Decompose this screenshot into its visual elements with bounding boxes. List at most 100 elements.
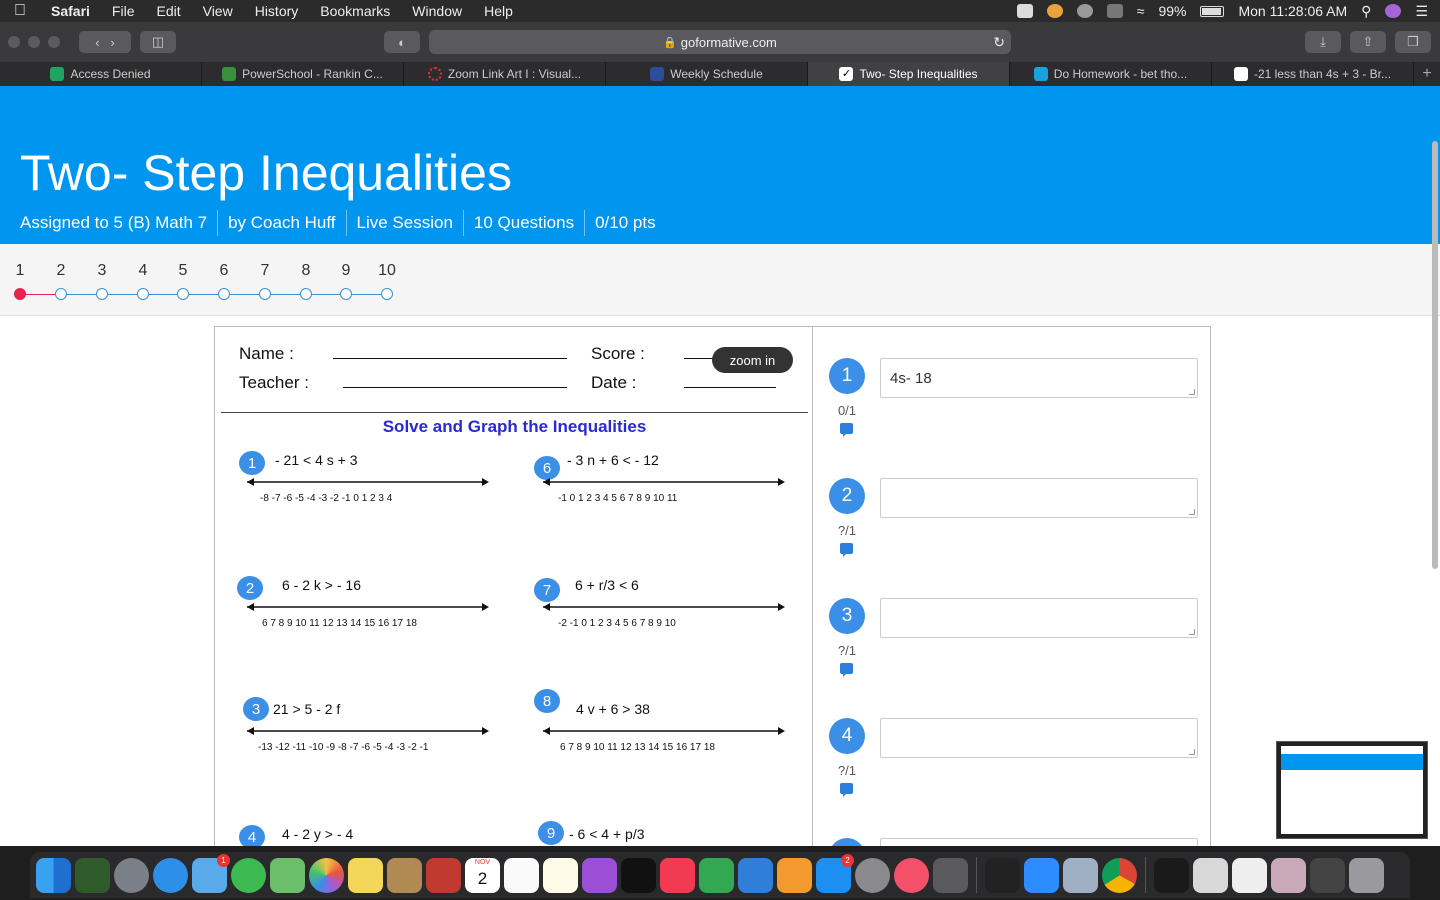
comment-icon[interactable] [840, 423, 853, 437]
tab-zoom-link[interactable]: Zoom Link Art I : Visual... [404, 62, 606, 86]
document-icon[interactable] [1232, 857, 1267, 893]
preview-icon[interactable] [1063, 857, 1098, 893]
trash-icon[interactable] [1349, 857, 1384, 893]
answer-input[interactable] [880, 718, 1198, 758]
question-nav-dot[interactable] [381, 288, 393, 300]
contacts-icon[interactable] [387, 857, 422, 893]
question-nav-dot[interactable] [300, 288, 312, 300]
gear-status-icon[interactable] [1076, 4, 1093, 18]
apple-menu-icon[interactable]:  [0, 2, 40, 20]
input-source-icon[interactable] [1106, 4, 1123, 18]
imovie-icon[interactable] [933, 857, 968, 893]
question-nav-dot[interactable] [96, 288, 108, 300]
battery-icon[interactable] [1200, 5, 1225, 17]
share-icon[interactable]: ⇧ [1350, 31, 1386, 53]
photo-booth-icon[interactable] [426, 857, 461, 893]
question-nav-number[interactable]: 3 [98, 262, 107, 280]
resize-handle-icon[interactable] [1189, 749, 1195, 755]
chrome-icon[interactable] [1102, 857, 1137, 893]
resize-handle-icon[interactable] [1189, 389, 1195, 395]
tab-do-homework[interactable]: Do Homework - bet tho... [1010, 62, 1212, 86]
tab-brainly[interactable]: -21 less than 4s + 3 - Br... [1212, 62, 1414, 86]
wifi-icon[interactable]: ≈ [1137, 3, 1145, 19]
app-store-icon[interactable]: 2 [816, 853, 854, 893]
tab-overview-icon[interactable]: ❐ [1395, 31, 1431, 53]
menu-edit[interactable]: Edit [145, 3, 191, 19]
new-tab-icon[interactable]: + [1414, 62, 1440, 86]
podcasts-icon[interactable] [582, 857, 617, 893]
question-nav-dot-current[interactable] [14, 288, 26, 300]
question-nav-dot[interactable] [340, 288, 352, 300]
close-window-icon[interactable] [8, 36, 20, 48]
tab-access-denied[interactable]: Access Denied [0, 62, 202, 86]
zoom-in-button[interactable]: zoom in [712, 347, 793, 373]
safari-icon[interactable] [153, 857, 188, 893]
finder-icon[interactable] [36, 857, 71, 893]
comment-icon[interactable] [840, 783, 853, 797]
school-app-icon[interactable] [75, 857, 110, 893]
notes-icon[interactable] [543, 857, 578, 893]
comment-icon[interactable] [840, 663, 853, 677]
question-nav-number[interactable]: 9 [342, 262, 351, 280]
resize-handle-icon[interactable] [1189, 629, 1195, 635]
screenshot-icon[interactable] [1193, 857, 1228, 893]
back-forward-buttons[interactable]: ‹ › [79, 31, 131, 53]
keynote-icon[interactable] [738, 857, 773, 893]
launchpad-icon[interactable] [114, 857, 149, 893]
answer-input-partial[interactable] [880, 838, 1198, 846]
calendar-icon[interactable]: NOV 2 [465, 857, 500, 893]
photo-collage-icon[interactable] [1271, 857, 1306, 893]
terminal-icon[interactable] [1154, 857, 1189, 893]
piano-icon[interactable] [985, 857, 1020, 893]
tab-two-step-inequalities[interactable]: ✓ Two- Step Inequalities [808, 62, 1010, 86]
menu-history[interactable]: History [244, 3, 310, 19]
notification-center-icon[interactable]: ☰ [1415, 3, 1428, 20]
numbers-icon[interactable] [699, 857, 734, 893]
siri-icon[interactable] [1385, 4, 1402, 18]
menu-view[interactable]: View [192, 3, 244, 19]
menu-app-name[interactable]: Safari [40, 3, 101, 19]
reload-icon[interactable]: ↻ [993, 34, 1005, 51]
pages-icon[interactable] [777, 857, 812, 893]
question-nav-number[interactable]: 6 [220, 262, 229, 280]
question-nav-number[interactable]: 7 [261, 262, 270, 280]
messages-icon[interactable] [231, 857, 266, 893]
system-preferences-icon[interactable] [855, 857, 890, 893]
zoom-icon[interactable] [1024, 857, 1059, 893]
question-nav-number[interactable]: 2 [57, 262, 66, 280]
comment-icon[interactable] [840, 543, 853, 557]
page-scrollbar[interactable] [1432, 141, 1438, 569]
question-nav-number[interactable]: 8 [302, 262, 311, 280]
maps-icon[interactable] [270, 857, 305, 893]
question-nav-dot[interactable] [177, 288, 189, 300]
menu-help[interactable]: Help [473, 3, 524, 19]
sidebar-icon[interactable]: ◫ [140, 31, 176, 53]
menu-bookmarks[interactable]: Bookmarks [309, 3, 401, 19]
mail-icon[interactable]: 1 [192, 853, 230, 893]
apple-tv-icon[interactable] [621, 857, 656, 893]
question-nav-dot[interactable] [259, 288, 271, 300]
tab-weekly-schedule[interactable]: Weekly Schedule [606, 62, 808, 86]
zoom-window-icon[interactable] [48, 36, 60, 48]
spotlight-icon[interactable]: ⚲ [1361, 3, 1371, 20]
menu-file[interactable]: File [101, 3, 146, 19]
privacy-shield-icon[interactable]: ◐ [384, 31, 420, 53]
question-nav-dot[interactable] [55, 288, 67, 300]
finder-window-icon[interactable] [1310, 857, 1345, 893]
question-nav-dot[interactable] [218, 288, 230, 300]
question-nav-number[interactable]: 5 [179, 262, 188, 280]
clock[interactable]: Mon 11:28:06 AM [1238, 3, 1347, 19]
screenshot-thumbnail[interactable] [1276, 741, 1428, 839]
question-nav-dot[interactable] [137, 288, 149, 300]
question-nav-number[interactable]: 1 [16, 262, 25, 280]
zoom-status-icon[interactable] [1016, 4, 1033, 18]
answer-input[interactable] [880, 478, 1198, 518]
chrome-status-icon[interactable] [1046, 4, 1063, 18]
stickies-icon[interactable] [348, 857, 383, 893]
answer-input[interactable] [880, 598, 1198, 638]
menu-window[interactable]: Window [401, 3, 473, 19]
question-nav-number[interactable]: 4 [139, 262, 148, 280]
news-icon[interactable] [660, 857, 695, 893]
address-bar[interactable]: 🔒 goformative.com ↻ [429, 30, 1011, 54]
resize-handle-icon[interactable] [1189, 509, 1195, 515]
